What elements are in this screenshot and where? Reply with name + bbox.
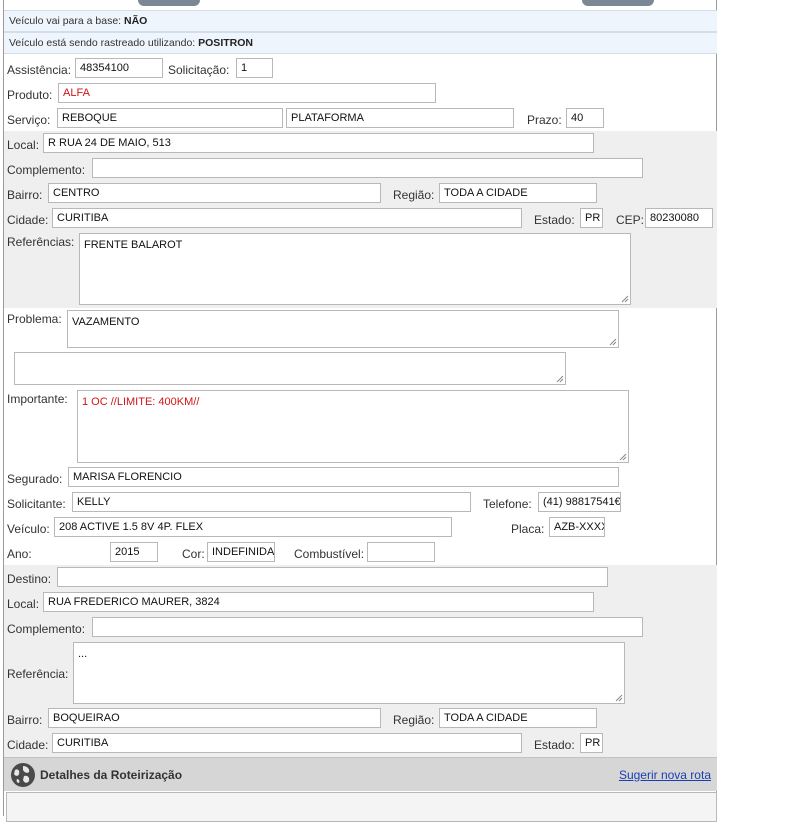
origin-cidade-label: Cidade: (7, 213, 49, 227)
destino-field[interactable] (57, 567, 608, 587)
tracking-label: Veículo está sendo rastreado utilizando: (9, 37, 196, 49)
produto-label: Produto: (7, 88, 53, 102)
tracking-info-row: Veículo está sendo rastreado utilizando:… (4, 32, 717, 54)
assistencia-field[interactable]: 48354100 (75, 58, 163, 78)
base-value: NÃO (124, 15, 148, 27)
origin-regiao-label: Região: (393, 188, 435, 202)
telefone-label: Telefone: (483, 497, 532, 511)
servico-field[interactable]: REBOQUE (57, 108, 283, 128)
dest-referencia-text: ... (78, 648, 88, 660)
prazo-field[interactable]: 40 (566, 108, 604, 128)
problema-text: VAZAMENTO (72, 316, 140, 328)
cor-label: Cor: (182, 547, 205, 561)
origin-local-field[interactable]: R RUA 24 DE MAIO, 513 (43, 133, 594, 153)
combustivel-field[interactable] (367, 542, 435, 562)
vehicle-section: Segurado: MARISA FLORENCIO Solicitante: … (4, 465, 717, 565)
origin-regiao-field[interactable]: TODA A CIDADE (439, 183, 597, 203)
dest-bairro-field[interactable]: BOQUEIRAO (48, 708, 381, 728)
dest-referencia-field[interactable]: ... (73, 642, 625, 704)
solicitante-label: Solicitante: (7, 497, 66, 511)
tracking-value: POSITRON (198, 37, 253, 49)
servico-tipo-field[interactable]: PLATAFORMA (286, 108, 514, 128)
veiculo-field[interactable]: 208 ACTIVE 1.5 8V 4P. FLEX (54, 517, 452, 537)
dest-regiao-label: Região: (393, 713, 435, 727)
origin-estado-field[interactable]: PR (580, 208, 603, 228)
dest-local-field[interactable]: RUA FREDERICO MAURER, 3824 (43, 592, 594, 612)
cor-field[interactable]: INDEFINIDA (207, 542, 275, 562)
solicitante-field[interactable]: KELLY (72, 492, 471, 512)
resize-grip-icon[interactable] (608, 337, 617, 346)
solicitacao-field[interactable]: 1 (236, 58, 273, 78)
dest-complemento-field[interactable] (92, 617, 643, 637)
top-right-button[interactable] (582, 0, 654, 6)
problema-label: Problema: (7, 312, 62, 326)
origin-estado-label: Estado: (534, 213, 575, 227)
top-left-button[interactable] (138, 0, 200, 6)
origin-cep-label: CEP: (616, 213, 645, 227)
problema-extra-field[interactable] (14, 352, 566, 385)
origin-bairro-label: Bairro: (7, 188, 43, 202)
segurado-field[interactable]: MARISA FLORENCIO (68, 467, 619, 487)
importante-text: 1 OC //LIMITE: 400KM// (82, 396, 200, 408)
origin-referencias-label: Referências: (7, 235, 75, 249)
problema-field[interactable]: VAZAMENTO (67, 310, 619, 348)
origin-cep-field[interactable]: 80230080 (645, 208, 713, 228)
dest-complemento-label: Complemento: (7, 622, 86, 636)
destination-section: Destino: Local: RUA FREDERICO MAURER, 38… (4, 565, 717, 757)
destino-label: Destino: (7, 572, 52, 586)
origin-complemento-label: Complemento: (7, 163, 86, 177)
dest-cidade-field[interactable]: CURITIBA (52, 733, 522, 753)
dest-regiao-field[interactable]: TODA A CIDADE (439, 708, 597, 728)
resize-grip-icon[interactable] (555, 374, 564, 383)
base-label: Veículo vai para a base: (9, 15, 122, 27)
ano-label: Ano: (7, 547, 32, 561)
base-info-row: Veículo vai para a base: NÃO (4, 10, 717, 32)
solicitacao-label: Solicitação: (168, 63, 230, 77)
resize-grip-icon[interactable] (620, 294, 629, 303)
telefone-field[interactable]: (41) 98817541€ (538, 492, 621, 512)
service-section: Assistência: 48354100 Solicitação: 1 Pro… (4, 55, 717, 131)
resize-grip-icon[interactable] (618, 452, 627, 461)
origin-cidade-field[interactable]: CURITIBA (52, 208, 522, 228)
problem-section: Problema: VAZAMENTO Importante: 1 OC //L… (4, 308, 717, 465)
produto-field[interactable]: ALFA (58, 83, 436, 103)
suggest-route-link[interactable]: Sugerir nova rota (619, 768, 711, 782)
dest-referencia-label: Referência: (7, 667, 69, 681)
routing-header: Detalhes da Roteirização Sugerir nova ro… (4, 757, 717, 791)
origin-referencias-field[interactable]: FRENTE BALAROT (79, 233, 631, 305)
resize-grip-icon[interactable] (614, 693, 623, 702)
dest-local-label: Local: (7, 597, 40, 611)
origin-bairro-field[interactable]: CENTRO (48, 183, 381, 203)
importante-label: Importante: (7, 392, 68, 406)
dest-estado-label: Estado: (534, 738, 575, 752)
combustivel-label: Combustível: (294, 547, 365, 561)
routing-title: Detalhes da Roteirização (40, 768, 183, 782)
globe-icon (11, 763, 35, 787)
origin-section: Local: R RUA 24 DE MAIO, 513 Complemento… (4, 131, 717, 308)
dest-estado-field[interactable]: PR (580, 733, 603, 753)
origin-referencias-text: FRENTE BALAROT (84, 239, 183, 251)
importante-field[interactable]: 1 OC //LIMITE: 400KM// (77, 390, 629, 463)
origin-complemento-field[interactable] (92, 158, 643, 178)
ano-field[interactable]: 2015 (110, 542, 158, 562)
service-order-panel: Veículo vai para a base: NÃO Veículo est… (3, 0, 717, 822)
origin-local-label: Local: (7, 138, 40, 152)
placa-label: Placa: (511, 522, 545, 536)
servico-label: Serviço: (7, 113, 51, 127)
dest-cidade-label: Cidade: (7, 738, 49, 752)
dest-bairro-label: Bairro: (7, 713, 43, 727)
segurado-label: Segurado: (7, 472, 63, 486)
placa-field[interactable]: AZB-XXXX (549, 517, 605, 537)
prazo-label: Prazo: (527, 113, 562, 127)
assistencia-label: Assistência: (7, 63, 72, 77)
routing-content-area (6, 792, 717, 822)
veiculo-label: Veículo: (7, 522, 50, 536)
